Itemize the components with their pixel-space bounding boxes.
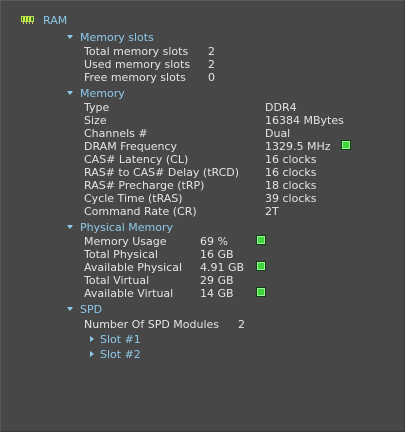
memory-type-label: Type <box>84 101 110 114</box>
command-rate-value: 2T <box>265 205 279 218</box>
ram-info-panel: RAM Memory slots Total memory slots 2 Us… <box>0 0 405 432</box>
used-memory-slots-label: Used memory slots <box>84 58 191 71</box>
ras-precharge-label: RAS# Precharge (tRP) <box>84 179 205 192</box>
total-virtual-value: 29 GB <box>200 274 234 287</box>
channels-label: Channels # <box>84 127 148 140</box>
tree-node-slot-2[interactable]: Slot #2 <box>100 348 141 361</box>
memory-size-value: 16384 MBytes <box>265 114 344 127</box>
memory-usage-value: 69 % <box>200 235 228 248</box>
total-virtual-label: Total Virtual <box>84 274 150 287</box>
dram-frequency-value: 1329.5 MHz <box>265 140 331 153</box>
total-physical-value: 16 GB <box>200 248 234 261</box>
memory-usage-label: Memory Usage <box>84 235 167 248</box>
tree-node-ram[interactable]: RAM <box>43 14 67 27</box>
free-memory-slots-label: Free memory slots <box>84 71 186 84</box>
expand-chevron-icon[interactable] <box>67 225 73 229</box>
available-physical-value: 4.91 GB <box>200 261 245 274</box>
cas-latency-value: 16 clocks <box>265 153 317 166</box>
status-indicator-icon <box>341 140 351 150</box>
tree-node-physical-memory[interactable]: Physical Memory <box>80 221 173 234</box>
tree-node-memory-slots[interactable]: Memory slots <box>80 31 154 44</box>
memory-size-label: Size <box>84 114 107 127</box>
collapsed-chevron-icon[interactable] <box>90 351 94 357</box>
status-indicator-icon <box>256 261 266 271</box>
status-indicator-icon <box>256 287 266 297</box>
ras-precharge-value: 18 clocks <box>265 179 317 192</box>
total-physical-label: Total Physical <box>84 248 158 261</box>
total-memory-slots-label: Total memory slots <box>84 45 189 58</box>
free-memory-slots-value: 0 <box>208 71 215 84</box>
ras-to-cas-delay-label: RAS# to CAS# Delay (tRCD) <box>84 166 240 179</box>
expand-chevron-icon[interactable] <box>67 35 73 39</box>
cycle-time-label: Cycle Time (tRAS) <box>84 192 183 205</box>
memory-type-value: DDR4 <box>265 101 297 114</box>
tree-node-spd[interactable]: SPD <box>80 303 102 316</box>
channels-value: Dual <box>265 127 291 140</box>
cycle-time-value: 39 clocks <box>265 192 317 205</box>
dram-frequency-label: DRAM Frequency <box>84 140 178 153</box>
spd-modules-label: Number Of SPD Modules <box>84 318 220 331</box>
status-indicator-icon <box>256 235 266 245</box>
command-rate-label: Command Rate (CR) <box>84 205 197 218</box>
expand-chevron-icon[interactable] <box>67 307 73 311</box>
total-memory-slots-value: 2 <box>208 45 215 58</box>
expand-chevron-icon[interactable] <box>67 91 73 95</box>
ras-to-cas-delay-value: 16 clocks <box>265 166 317 179</box>
spd-modules-value: 2 <box>238 318 245 331</box>
tree-node-memory[interactable]: Memory <box>80 87 125 100</box>
tree-node-slot-1[interactable]: Slot #1 <box>100 333 141 346</box>
available-virtual-label: Available Virtual <box>84 287 174 300</box>
ram-module-icon <box>21 15 34 24</box>
available-physical-label: Available Physical <box>84 261 183 274</box>
available-virtual-value: 14 GB <box>200 287 234 300</box>
used-memory-slots-value: 2 <box>208 58 215 71</box>
collapsed-chevron-icon[interactable] <box>90 336 94 342</box>
cas-latency-label: CAS# Latency (CL) <box>84 153 189 166</box>
